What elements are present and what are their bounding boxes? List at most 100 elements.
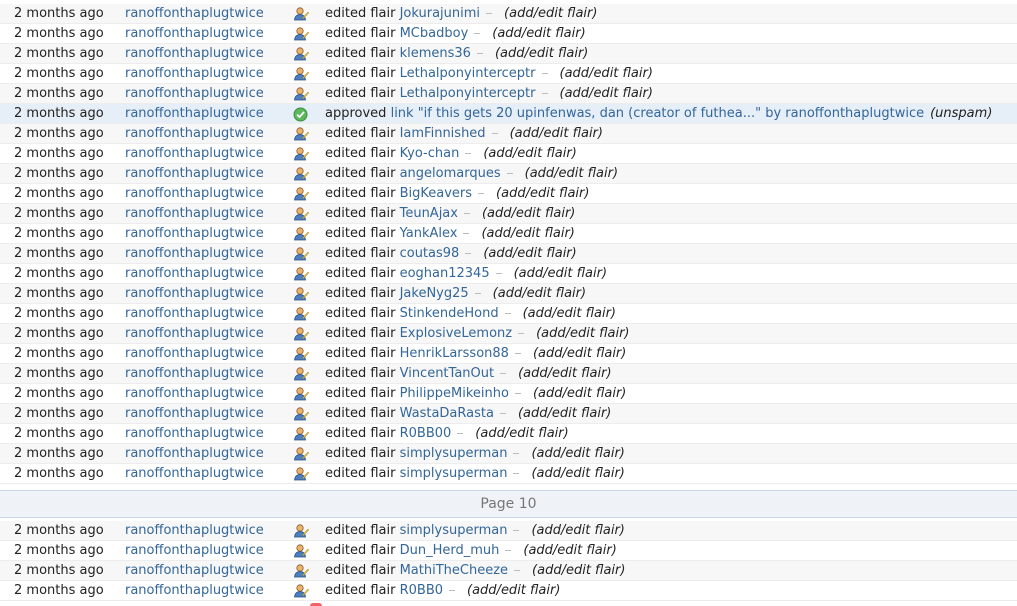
modlog-list: 2 months ago ranoffonthaplugtwice edited f… [0,4,1017,484]
action-verb: edited flair [325,583,396,598]
edit-flair-icon [293,367,310,381]
action-cell: edited flair HenrikLarsson88 (add/edit fl… [325,344,626,363]
target-link[interactable]: Jokurajunimi [400,6,480,21]
action-verb: edited flair [325,206,396,221]
target-link[interactable]: Lethalponyinterceptr [400,86,536,101]
moderator-link[interactable]: ranoffonthaplugtwice [125,561,264,580]
moderator-link[interactable]: ranoffonthaplugtwice [125,581,264,600]
moderator-link[interactable]: ranoffonthaplugtwice [125,64,264,83]
separator-dash [476,53,483,54]
target-link[interactable]: JakeNyg25 [400,286,469,301]
modlog-row: 2 months ago ranoffonthaplugtwice edited f… [0,424,1017,444]
moderator-link[interactable]: ranoffonthaplugtwice [125,44,264,63]
target-link[interactable]: eoghan12345 [400,266,490,281]
separator-dash [505,550,512,551]
moderator-link[interactable]: ranoffonthaplugtwice [125,284,264,303]
action-verb: edited flair [325,166,396,181]
moderator-link[interactable]: ranoffonthaplugtwice [125,304,264,323]
action-cell: edited flair eoghan12345 (add/edit flair) [325,264,608,283]
action-cell: edited flair ExplosiveLemonz (add/edit fl… [325,324,630,343]
target-link[interactable]: IamFinnished [400,126,486,141]
moderator-link[interactable]: ranoffonthaplugtwice [125,184,264,203]
moderator-link[interactable]: ranoffonthaplugtwice [125,104,264,123]
moderator-link[interactable]: ranoffonthaplugtwice [125,124,264,143]
action-description: (add/edit flair) [532,563,626,578]
modlog-row: 2 months ago ranoffonthaplugtwice edited f… [0,464,1017,484]
moderator-link[interactable]: ranoffonthaplugtwice [125,324,264,343]
moderator-link[interactable]: ranoffonthaplugtwice [125,364,264,383]
moderator-link[interactable]: ranoffonthaplugtwice [125,224,264,243]
target-link[interactable]: StinkendeHond [400,306,499,321]
target-link[interactable]: Lethalponyinterceptr [400,66,536,81]
target-link[interactable]: PhilippeMikeinho [400,386,509,401]
target-link[interactable]: WastaDaRasta [400,406,494,421]
target-link[interactable]: R0BB0 [400,583,443,598]
target-link[interactable]: Kyo-chan [400,146,460,161]
target-link[interactable]: TeunAjax [400,206,458,221]
target-link[interactable]: coutas98 [400,246,460,261]
edit-flair-icon [293,227,310,241]
action-verb: edited flair [325,366,396,381]
target-link[interactable]: YankAlex [400,226,458,241]
moderator-link[interactable]: ranoffonthaplugtwice [125,444,264,463]
moderator-link[interactable]: ranoffonthaplugtwice [125,84,264,103]
moderator-link[interactable]: ranoffonthaplugtwice [125,144,264,163]
modlog-row: 2 months ago ranoffonthaplugtwice edited f… [0,324,1017,344]
approve-check-icon [293,107,309,122]
action-cell: edited flair R0BB0 (add/edit flair) [325,581,560,600]
action-verb: edited flair [325,6,396,21]
moderator-link[interactable]: ranoffonthaplugtwice [125,384,264,403]
moderator-link[interactable]: ranoffonthaplugtwice [125,204,264,223]
action-verb: edited flair [325,426,396,441]
modlog-row: 2 months ago ranoffonthaplugtwice edited f… [0,4,1017,24]
target-link[interactable]: MCbadboy [400,26,469,41]
moderator-link[interactable]: ranoffonthaplugtwice [125,344,264,363]
moderator-link[interactable]: ranoffonthaplugtwice [125,4,264,23]
action-verb: edited flair [325,543,396,558]
moderator-link[interactable]: ranoffonthaplugtwice [125,264,264,283]
timestamp: 2 months ago [14,146,104,161]
target-link[interactable]: angelomarques [400,166,501,181]
modlog-row: 2 months ago ranoffonthaplugtwice edited f… [0,561,1017,581]
moderator-link[interactable]: ranoffonthaplugtwice [125,244,264,263]
target-link[interactable]: simplysuperman [400,466,508,481]
edit-flair-icon [293,147,310,161]
action-description: (add/edit flair) [509,126,603,141]
action-description: (add/edit flair) [481,226,575,241]
action-cell: edited flair VincentTanOut (add/edit flai… [325,364,612,383]
target-link[interactable]: link "if this gets 20 upinfenwas, dan (c… [391,106,925,121]
action-verb: edited flair [325,226,396,241]
edit-flair-icon [293,347,310,361]
target-link[interactable]: MathiTheCheeze [400,563,508,578]
target-link[interactable]: ExplosiveLemonz [400,326,513,341]
modlog-row: 2 months ago ranoffonthaplugtwice edited f… [0,144,1017,164]
target-link[interactable]: VincentTanOut [400,366,495,381]
moderator-link[interactable]: ranoffonthaplugtwice [125,424,264,443]
action-verb: edited flair [325,246,396,261]
separator-dash [495,273,502,274]
target-link[interactable]: BigKeavers [400,186,472,201]
target-link[interactable]: simplysuperman [400,446,508,461]
target-link[interactable]: HenrikLarsson88 [400,346,509,361]
action-description: (add/edit flair) [518,366,612,381]
edit-flair-icon [293,327,310,341]
modlog-row: 2 months ago ranoffonthaplugtwice edited f… [0,344,1017,364]
modlog-row: 2 months ago ranoffonthaplugtwice edited f… [0,364,1017,384]
edit-flair-icon [293,27,310,41]
target-link[interactable]: simplysuperman [400,523,508,538]
action-description: (add/edit flair) [559,86,653,101]
target-link[interactable]: Dun_Herd_muh [400,543,500,558]
moderator-link[interactable]: ranoffonthaplugtwice [125,541,264,560]
moderator-link[interactable]: ranoffonthaplugtwice [125,404,264,423]
moderator-link[interactable]: ranoffonthaplugtwice [125,24,264,43]
moderator-link[interactable]: ranoffonthaplugtwice [125,164,264,183]
target-link[interactable]: R0BB00 [400,426,452,441]
moderator-link[interactable]: ranoffonthaplugtwice [125,464,264,483]
separator-dash [518,333,525,334]
modlog-row: 2 months ago ranoffonthaplugtwice edited f… [0,24,1017,44]
edit-flair-icon [293,307,310,321]
action-description: (add/edit flair) [492,26,586,41]
action-description: (add/edit flair) [513,266,608,281]
target-link[interactable]: klemens36 [400,46,471,61]
moderator-link[interactable]: ranoffonthaplugtwice [125,521,264,540]
